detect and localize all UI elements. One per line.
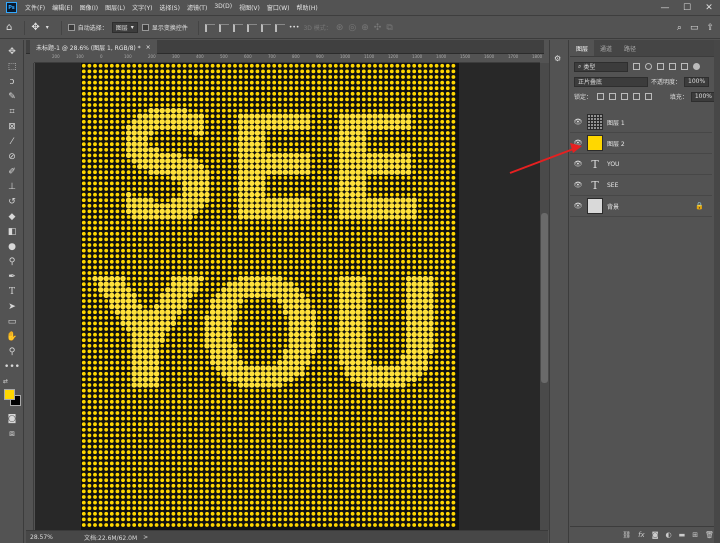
foreground-color-swatch[interactable]: [4, 389, 15, 400]
